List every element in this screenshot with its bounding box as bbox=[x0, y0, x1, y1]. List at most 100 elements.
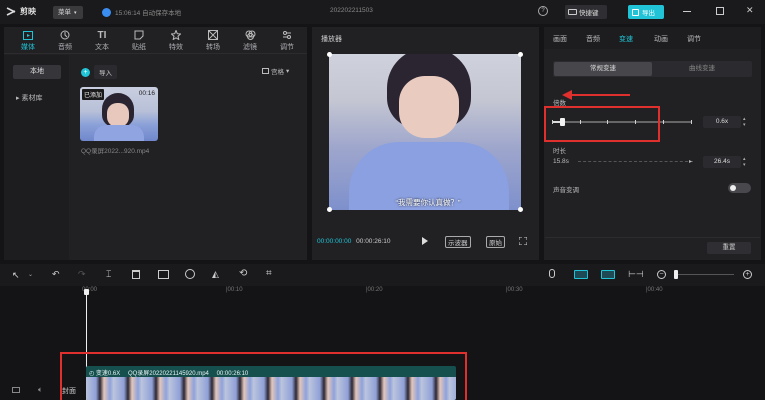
ruler-label: |00:40 bbox=[646, 287, 663, 293]
tab-text-label: 文本 bbox=[95, 44, 109, 51]
view-toggle[interactable]: 宫格 ▾ bbox=[262, 66, 289, 76]
auto-snap-icon[interactable] bbox=[574, 270, 588, 279]
close-icon[interactable]: ✕ bbox=[746, 5, 754, 16]
grid-icon bbox=[262, 68, 269, 74]
tab-effects[interactable]: 特效 bbox=[160, 28, 192, 52]
player-panel: 播放器 “我需要你认真做？” 00:00:00:00 00:00:26:10 示… bbox=[312, 27, 539, 260]
export-icon bbox=[632, 8, 639, 16]
tab-adjust[interactable]: 调节 bbox=[271, 28, 303, 52]
select-cursor-icon[interactable]: ↖ bbox=[12, 270, 20, 281]
mirror-icon[interactable]: ◭ bbox=[212, 269, 219, 280]
play-icon[interactable] bbox=[422, 237, 428, 245]
undo-icon[interactable]: ↶ bbox=[52, 269, 60, 280]
ruler-label: |00:30 bbox=[506, 287, 523, 293]
slider-tick bbox=[663, 120, 664, 124]
microphone-icon[interactable] bbox=[549, 269, 555, 278]
tab-adjust-label: 调节 bbox=[280, 44, 294, 51]
tab-audio-label: 音频 bbox=[58, 44, 72, 51]
tool-tabs: 媒体 音频 TI 文本 贴纸 特效 转场 滤镜 调节 bbox=[4, 27, 307, 54]
tab-picture[interactable]: 画面 bbox=[553, 34, 567, 44]
track-hide-icon[interactable] bbox=[12, 387, 20, 393]
tab-inspector-audio[interactable]: 音频 bbox=[586, 34, 600, 44]
nav-library-label: 素材库 bbox=[21, 95, 43, 102]
thumbnail-shirt bbox=[94, 125, 144, 141]
chevron-down-icon[interactable]: ⌄ bbox=[28, 271, 33, 278]
fullscreen-icon[interactable] bbox=[519, 237, 527, 245]
track-mute-icon[interactable]: 🔈︎ bbox=[38, 385, 43, 395]
crop-icon[interactable]: ⌗ bbox=[266, 268, 272, 279]
speed-mode-curve[interactable]: 曲线变速 bbox=[653, 62, 751, 76]
plus-circle-icon[interactable]: + bbox=[81, 67, 90, 77]
app-name: 剪映 bbox=[20, 7, 36, 16]
inspector-panel: 画面 音频 变速 动画 调节 常规变速 曲线变速 倍数 0.6x ▴ ▾ 时长 1… bbox=[544, 27, 761, 260]
capcut-logo-icon bbox=[6, 7, 16, 16]
zoom-out-icon[interactable]: − bbox=[657, 270, 666, 279]
split-icon[interactable]: ⌶ bbox=[106, 269, 111, 280]
video-preview[interactable]: “我需要你认真做？” bbox=[329, 54, 521, 210]
zoom-slider-handle[interactable] bbox=[674, 270, 678, 279]
project-title: 20220221150​3 bbox=[330, 7, 373, 14]
linkage-icon[interactable] bbox=[601, 270, 615, 279]
duration-value-input[interactable]: 26.4s bbox=[703, 156, 741, 168]
crop-handle-br[interactable] bbox=[518, 207, 523, 212]
tab-filter-label: 滤镜 bbox=[243, 44, 257, 51]
rotate-icon[interactable]: ⟲ bbox=[239, 268, 247, 279]
ratio-button[interactable]: 原始 bbox=[486, 236, 505, 248]
tab-media[interactable]: 媒体 bbox=[12, 28, 44, 52]
tab-sticker-label: 贴纸 bbox=[132, 44, 146, 51]
tab-text[interactable]: TI 文本 bbox=[86, 28, 118, 52]
tab-inspector-adjust[interactable]: 调节 bbox=[687, 34, 701, 44]
tab-animation[interactable]: 动画 bbox=[654, 34, 668, 44]
tab-audio[interactable]: 音频 bbox=[49, 28, 81, 52]
multiplier-stepper[interactable]: ▴ ▾ bbox=[743, 116, 746, 128]
zoom-slider[interactable] bbox=[674, 274, 734, 275]
tab-filter[interactable]: 滤镜 bbox=[234, 28, 266, 52]
preview-axis-icon[interactable]: ⊢⊣ bbox=[628, 269, 644, 280]
tab-speed[interactable]: 变速 bbox=[619, 34, 633, 44]
delete-icon[interactable] bbox=[132, 270, 140, 279]
added-badge: 已添加 bbox=[82, 89, 105, 100]
arrow-right-icon: ▸ bbox=[689, 159, 693, 165]
crop-handle-tr[interactable] bbox=[518, 52, 523, 57]
oscilloscope-button[interactable]: 示波器 bbox=[445, 236, 471, 248]
clip-filename: QQ录屏2022...920.mp4 bbox=[81, 148, 150, 155]
clip-duration: 00:16 bbox=[138, 90, 155, 97]
nav-library[interactable]: ▸ 素材库 bbox=[16, 93, 42, 103]
crop-handle-bl[interactable] bbox=[327, 207, 332, 212]
inspector-tabs: 画面 音频 变速 动画 调节 bbox=[544, 27, 761, 49]
duration-stepper[interactable]: ▴ ▾ bbox=[743, 156, 746, 168]
nav-local[interactable]: 本地 bbox=[13, 65, 61, 79]
view-label: 宫格 bbox=[271, 69, 284, 76]
media-clip-thumbnail[interactable]: 已添加 00:16 bbox=[80, 87, 158, 141]
sticker-icon bbox=[134, 30, 144, 40]
preview-caption: “我需要你认真做？” bbox=[395, 198, 461, 207]
multiplier-value-input[interactable]: 0.6x bbox=[703, 116, 741, 128]
shortcut-button[interactable]: 快捷键 bbox=[565, 5, 607, 19]
duration-arrow bbox=[578, 161, 693, 162]
menu-button[interactable]: 菜单 ▾ bbox=[53, 6, 83, 19]
zoom-in-icon[interactable]: + bbox=[743, 270, 752, 279]
tab-transition[interactable]: 转场 bbox=[197, 28, 229, 52]
crop-handle-tl[interactable] bbox=[327, 52, 332, 57]
pitch-toggle[interactable] bbox=[728, 183, 751, 193]
audio-icon bbox=[60, 30, 70, 40]
help-icon[interactable]: ? bbox=[538, 6, 548, 16]
speed-mode-toggle: 常规变速 曲线变速 bbox=[553, 61, 752, 77]
maximize-icon[interactable] bbox=[716, 7, 724, 15]
reset-button[interactable]: 重置 bbox=[707, 242, 751, 254]
reverse-icon[interactable] bbox=[185, 269, 195, 279]
export-button[interactable]: 导出 bbox=[628, 5, 664, 19]
effects-icon bbox=[171, 30, 181, 40]
speed-mode-normal[interactable]: 常规变速 bbox=[554, 62, 652, 76]
slider-tick bbox=[691, 120, 692, 124]
tab-sticker[interactable]: 贴纸 bbox=[123, 28, 155, 52]
timecode: 00:00:00:00 00:00:26:10 bbox=[317, 238, 391, 245]
import-button[interactable]: 导入 bbox=[94, 65, 117, 79]
minimize-icon[interactable] bbox=[683, 11, 691, 12]
tab-media-label: 媒体 bbox=[21, 44, 35, 51]
annotation-timeline-box bbox=[60, 352, 467, 400]
ruler-label: |00:10 bbox=[226, 287, 243, 293]
redo-icon[interactable]: ↷ bbox=[78, 269, 86, 280]
keyboard-icon bbox=[568, 9, 577, 15]
freeze-icon[interactable] bbox=[158, 270, 169, 279]
